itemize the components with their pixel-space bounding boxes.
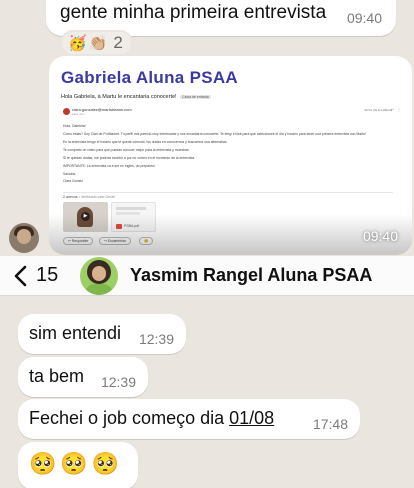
party-face-emoji: 🥳 bbox=[68, 34, 87, 52]
email-heading: Gabriela Aluna PSAA bbox=[61, 68, 239, 87]
attachments-count: 2 anexos bbox=[63, 195, 78, 199]
image-shade bbox=[49, 214, 412, 254]
image-message[interactable]: Gabriela Aluna PSAA Hola Gabriela, à Mar… bbox=[49, 56, 412, 254]
message-text: Fechei o job começo dia 01/08 bbox=[29, 408, 274, 429]
pleading-face-emojis: 🥺🥺🥺 bbox=[29, 452, 124, 477]
avatar-shirt bbox=[85, 284, 113, 295]
unread-count[interactable]: 15 bbox=[36, 264, 58, 287]
sender-avatar-icon bbox=[63, 108, 70, 115]
message-bubble[interactable]: sim entendi 12:39 bbox=[18, 314, 186, 354]
contact-avatar[interactable] bbox=[80, 257, 118, 295]
date-link[interactable]: 01/08 bbox=[229, 408, 274, 428]
email-line: Clara Gomez bbox=[63, 179, 83, 183]
contact-name[interactable]: Yasmim Rangel Aluna PSAA bbox=[130, 265, 372, 286]
message-time: 17:48 bbox=[312, 416, 348, 432]
message-bubble[interactable]: ta bem 12:39 bbox=[18, 357, 148, 397]
email-line: Hola, Gabriela! bbox=[63, 124, 86, 128]
clapping-hands-emoji: 👏🏼 bbox=[88, 34, 108, 52]
email-line: Saludos, bbox=[63, 172, 77, 176]
sender-avatar[interactable] bbox=[9, 223, 39, 253]
email-line: En la entrevista tengo el horario que te… bbox=[63, 140, 228, 144]
reactions-pill[interactable]: 🥳 👏🏼 2 bbox=[60, 30, 133, 56]
attachments-header: 2 anexos • Verificado pelo Gmail bbox=[63, 195, 115, 199]
message-time: 12:39 bbox=[100, 374, 136, 390]
inbox-tag: Caixa de entrada bbox=[180, 95, 211, 99]
email-subject-text: Hola Gabriela, à Martu le encantaria con… bbox=[61, 94, 177, 100]
message-text: sim entendi bbox=[29, 323, 122, 343]
message-bubble[interactable]: 🥺🥺🥺 bbox=[18, 442, 138, 488]
reaction-count: 2 bbox=[113, 33, 123, 52]
message-time: 12:39 bbox=[138, 331, 174, 347]
pdf-preview-line bbox=[116, 207, 146, 210]
avatar-face bbox=[17, 229, 31, 244]
email-tools-icons: ☆ ↩ ⋮ bbox=[383, 107, 402, 112]
attachments-note: • Verificado pelo Gmail bbox=[78, 195, 115, 199]
message-text-part: Fechei o job começo dia bbox=[29, 408, 230, 428]
chevron-left-icon[interactable] bbox=[12, 265, 32, 287]
email-line: Si te quedan dudas, me podrías escribir … bbox=[63, 156, 196, 160]
email-line: IMPORTANTE: La entrevista va a ser en in… bbox=[63, 164, 155, 168]
message-text: ta bem bbox=[29, 366, 85, 386]
message-time: 09:40 bbox=[346, 10, 382, 26]
email-recipient: para mim bbox=[72, 112, 85, 116]
chat-header: 15 Yasmim Rangel Aluna PSAA bbox=[0, 256, 414, 296]
message-bubble[interactable]: Fechei o job começo dia 01/08 17:48 bbox=[18, 399, 360, 439]
avatar-face bbox=[92, 266, 106, 281]
email-subject: Hola Gabriela, à Martu le encantaria con… bbox=[61, 94, 211, 100]
email-line: Cómo estás? Soy Clari de ProMarket. Tu p… bbox=[63, 132, 366, 136]
message-text: gente minha primeira entrevista bbox=[60, 2, 327, 23]
image-message-time: 09:40 bbox=[362, 228, 398, 244]
email-divider bbox=[63, 192, 393, 193]
email-line: Te comparto un video para que puedas con… bbox=[63, 148, 189, 152]
